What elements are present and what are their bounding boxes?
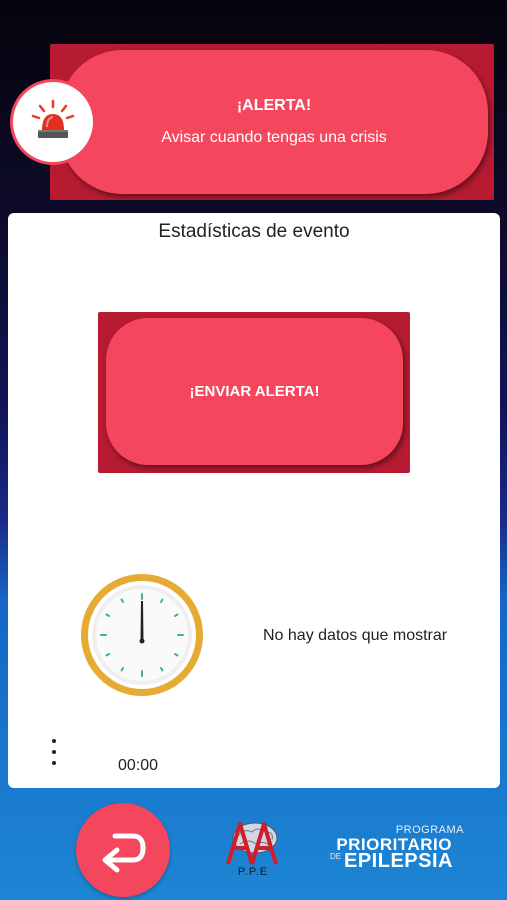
alert-title: ¡ALERTA! (236, 97, 312, 114)
return-arrow-icon (102, 833, 146, 873)
alert-subtitle: Avisar cuando tengas una crisis (161, 129, 387, 146)
program-line4: EPILEPSIA (344, 850, 453, 872)
ppe-label: P.P.E (237, 866, 269, 878)
more-vert-icon[interactable] (46, 739, 62, 765)
siren-icon (13, 82, 93, 162)
card-title: Estadísticas de evento (158, 221, 350, 242)
send-alert-button[interactable]: ¡ENVIAR ALERTA! (106, 318, 403, 465)
back-button[interactable] (76, 803, 170, 897)
program-line3: DE (330, 852, 342, 861)
event-stats-card: Estadísticas de evento ¡ENVIAR ALERTA! N… (8, 213, 500, 788)
alert-banner[interactable]: ¡ALERTA! Avisar cuando tengas una crisis (60, 50, 488, 194)
timer-readout: 00:00 (118, 757, 159, 774)
program-logo: PROGRAMA PRIORITARIO DE EPILEPSIA (318, 824, 468, 876)
clock-icon (78, 571, 206, 699)
no-data-message: No hay datos que mostrar (263, 627, 448, 644)
